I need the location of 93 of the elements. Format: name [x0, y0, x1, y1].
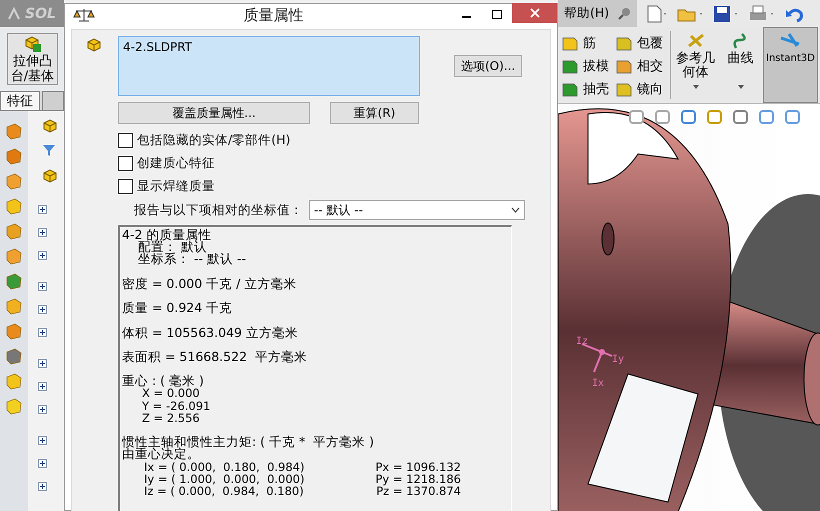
- result-text: 质量 = 0.924 千克: [122, 302, 232, 314]
- result-text: 配置： 默认: [138, 241, 207, 254]
- override-mass-button[interactable]: 覆盖质量属性...: [118, 102, 310, 124]
- ribbon-tool[interactable]: 包覆: [616, 31, 668, 54]
- ribbon-tool[interactable]: 拔模: [562, 54, 616, 77]
- coordinate-dropdown[interactable]: -- 默认 --: [309, 200, 525, 220]
- expand-icon[interactable]: [38, 228, 47, 237]
- checkbox-label: 创建质心特征: [137, 155, 215, 172]
- ribbon-tool[interactable]: 镜向: [616, 77, 668, 100]
- checkbox[interactable]: [118, 156, 133, 171]
- result-text: 4-2 的质量属性: [122, 229, 212, 242]
- tool-icon[interactable]: [5, 373, 23, 390]
- expand-icon[interactable]: [38, 405, 47, 414]
- maximize-icon: [492, 10, 502, 20]
- coordinate-label: 报告与以下项相对的坐标值：: [134, 202, 303, 218]
- result-text: Z = 2.556: [142, 412, 200, 424]
- checkbox[interactable]: [118, 179, 133, 194]
- ribbon-button[interactable]: 参考几何体: [673, 27, 718, 103]
- filter-icon: [42, 143, 56, 157]
- dialog-title: 质量属性: [242, 6, 304, 24]
- tool-icon: [562, 80, 578, 96]
- expand-icon[interactable]: [38, 282, 47, 291]
- tool-icon[interactable]: [5, 398, 23, 415]
- ribbon-button[interactable]: 曲线: [718, 27, 763, 103]
- result-text: Ix = ( 0.000, 0.180, 0.984): [144, 460, 304, 473]
- expand-icon[interactable]: [38, 482, 47, 491]
- tool-icon[interactable]: [5, 148, 23, 165]
- ribbon-tool[interactable]: 抽壳: [562, 77, 616, 100]
- tool-icon: [562, 34, 578, 50]
- ribbon-tool[interactable]: 相交: [616, 54, 668, 77]
- result-text: 惯性主轴和惯性主力矩: ( 千克 * 平方毫米 ): [122, 436, 374, 448]
- close-button[interactable]: [512, 2, 557, 22]
- tool-icon[interactable]: [5, 248, 23, 265]
- tool-icon[interactable]: [5, 173, 23, 190]
- checkbox[interactable]: [118, 133, 133, 148]
- result-text: 重心 : ( 毫米 ): [122, 375, 204, 388]
- part-icon: [42, 167, 58, 183]
- expand-icon[interactable]: [38, 328, 47, 337]
- result-text: X = 0.000: [142, 387, 200, 400]
- axis-triad-drawing: Iz Iy Ix: [576, 332, 626, 392]
- expand-icon[interactable]: [38, 382, 47, 391]
- expand-icon[interactable]: [38, 436, 47, 445]
- expand-icon[interactable]: [38, 205, 47, 214]
- chevron-down-icon: [511, 207, 520, 213]
- expand-icon[interactable]: [38, 459, 47, 468]
- options-button[interactable]: 选项(O)...: [454, 55, 522, 77]
- tool-icon: [616, 80, 632, 96]
- tool-icon[interactable]: [5, 198, 23, 215]
- logo-icon: [6, 6, 22, 22]
- new-document-icon[interactable]: [645, 4, 668, 22]
- result-text: 坐标系： -- 默认 --: [138, 253, 246, 266]
- recalculate-button[interactable]: 重算(R): [330, 102, 419, 124]
- checkbox-label: 显示焊缝质量: [137, 178, 215, 195]
- tool-icon: [616, 58, 632, 74]
- extrude-icon: [24, 34, 42, 54]
- caret-icon[interactable]: [692, 84, 700, 90]
- expand-icon[interactable]: [38, 251, 47, 260]
- result-text: 由重心决定。: [122, 448, 200, 461]
- caret-icon[interactable]: [736, 84, 744, 90]
- save-icon[interactable]: [713, 4, 740, 22]
- result-text: Y = -26.091: [142, 400, 210, 412]
- result-text: Iy = ( 1.000, 0.000, 0.000): [144, 472, 304, 485]
- 3d-viewport[interactable]: Iz Iy Ix: [558, 104, 820, 511]
- tool-icon[interactable]: [5, 298, 23, 315]
- tool-icon: [562, 58, 578, 74]
- tool-icon: [616, 34, 632, 50]
- tool-icon[interactable]: [5, 123, 23, 140]
- selection-list[interactable]: 4-2.SLDPRT: [118, 36, 420, 96]
- expand-icon[interactable]: [38, 305, 47, 314]
- checkbox-label: 包括隐藏的实体/零部件(H): [137, 132, 290, 149]
- ribbon-tool[interactable]: 筋: [562, 31, 616, 54]
- panel-tab[interactable]: 特征: [0, 91, 40, 110]
- result-text: Iz = ( 0.000, 0.984, 0.180): [144, 484, 304, 498]
- scale-icon: [73, 7, 95, 23]
- expand-icon[interactable]: [38, 359, 47, 368]
- tool-icon[interactable]: [5, 273, 23, 290]
- tool-icon[interactable]: [5, 348, 23, 365]
- printer-icon[interactable]: [749, 4, 776, 22]
- tool-icon[interactable]: [5, 323, 23, 340]
- close-icon: [530, 8, 540, 18]
- result-text: Px = 1096.132: [375, 460, 461, 473]
- extrude-boss-button[interactable]: 拉伸凸台/基体: [7, 33, 58, 85]
- tool-icon: [779, 32, 802, 50]
- tool-icon[interactable]: [5, 223, 23, 240]
- ribbon-button[interactable]: Instant3D: [763, 27, 818, 103]
- result-text: 表面积 = 51668.522 平方毫米: [122, 350, 307, 364]
- view-tool-icon[interactable]: [628, 109, 646, 125]
- part-icon: [42, 117, 58, 133]
- result-text: Pz = 1370.874: [376, 484, 461, 498]
- app-logo: SOL: [25, 6, 56, 22]
- result-text: 密度 = 0.000 千克 / 立方毫米: [122, 278, 296, 290]
- result-text: Py = 1218.186: [375, 472, 461, 485]
- result-text: 体积 = 105563.049 立方毫米: [122, 326, 298, 339]
